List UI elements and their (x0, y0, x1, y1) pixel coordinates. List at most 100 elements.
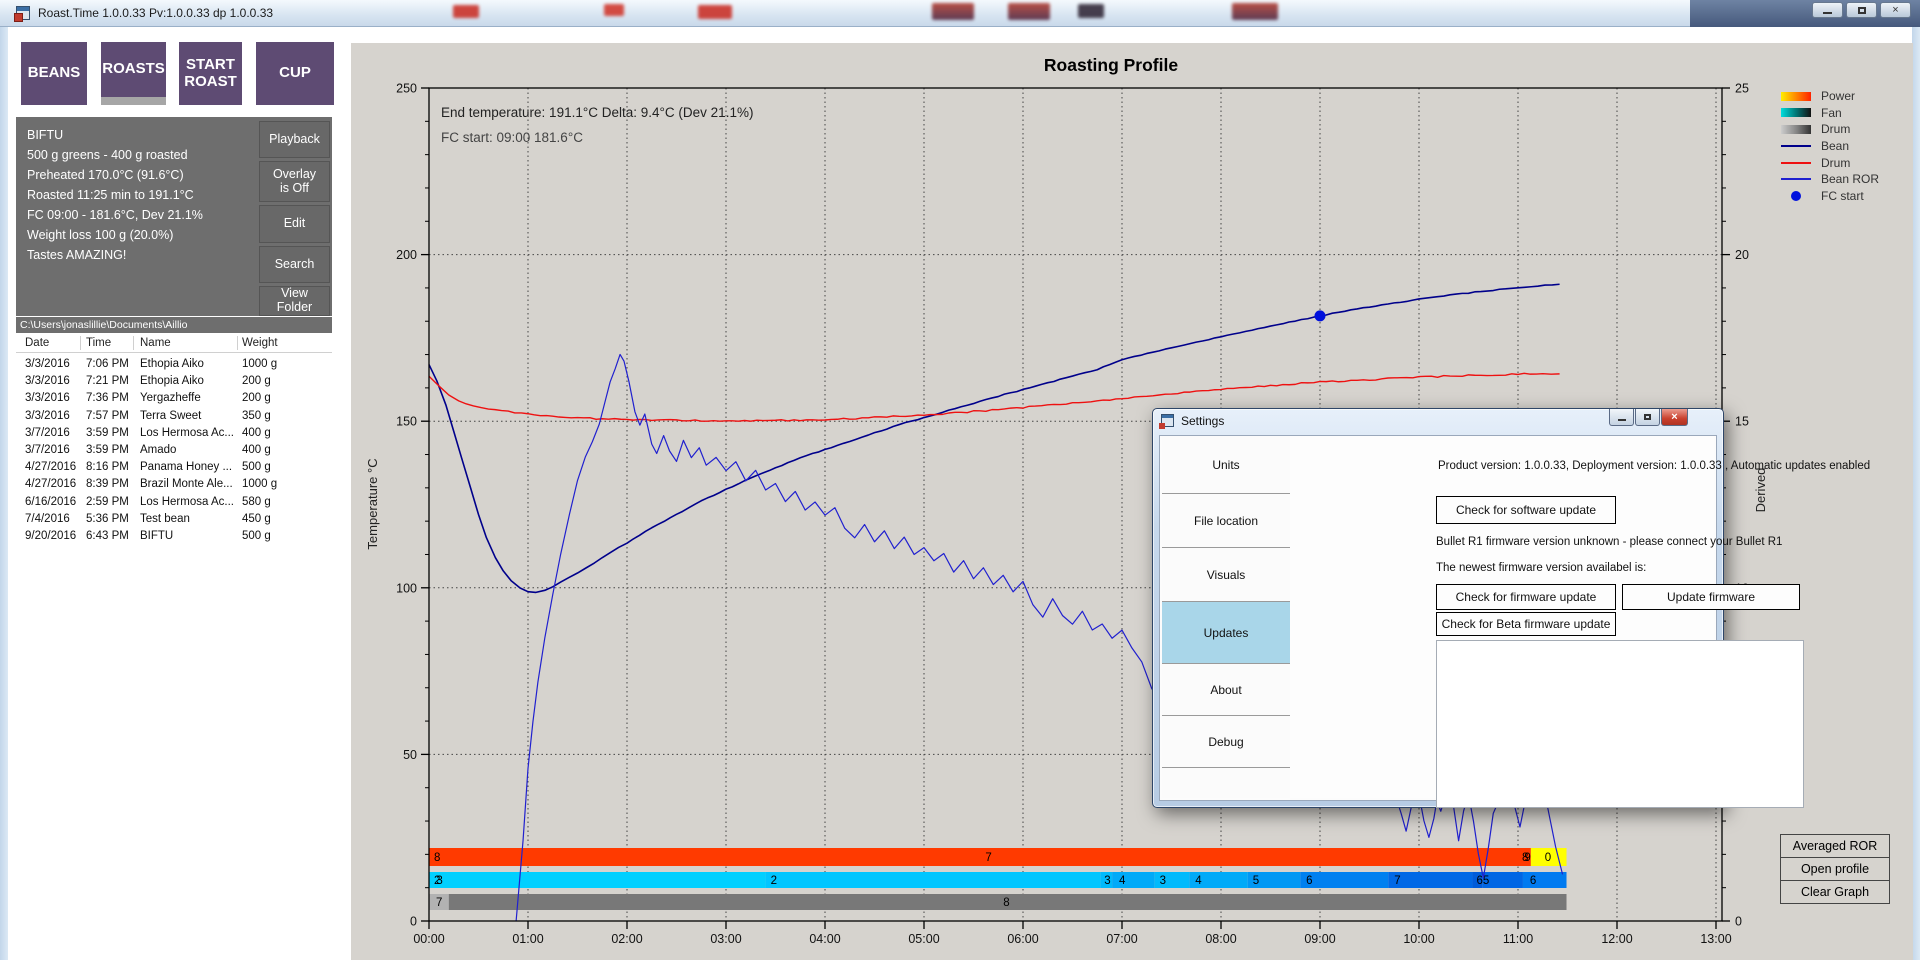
roast-list-table[interactable]: DateTimeNameWeight 3/3/20167:06 PMEthopi… (16, 334, 332, 960)
svg-text:8: 8 (1003, 897, 1009, 909)
legend-item: Drum (1781, 121, 1911, 138)
nav-start-roast-button[interactable]: START ROAST (179, 42, 242, 105)
settings-maximize-button[interactable] (1635, 409, 1660, 426)
table-cell: 1000 g (242, 356, 277, 373)
column-header-name[interactable]: Name (140, 334, 171, 352)
roast-table-header[interactable]: Date Time Name Weight (16, 334, 332, 353)
close-button[interactable]: × (1880, 2, 1911, 18)
table-row[interactable]: 3/3/20167:57 PMTerra Sweet350 g (16, 408, 332, 425)
table-cell: Amado (140, 442, 176, 459)
svg-text:00:00: 00:00 (413, 932, 444, 946)
table-cell: 3/3/2016 (25, 356, 70, 373)
table-cell: BIFTU (140, 528, 173, 545)
settings-close-button[interactable]: × (1661, 409, 1688, 426)
chart-annotation-end-temp: End temperature: 191.1°C Delta: 9.4°C (D… (441, 105, 753, 120)
playback-button[interactable]: Playback (259, 121, 330, 158)
product-version-label: Product version: 1.0.0.33, Deployment ve… (1438, 460, 1870, 472)
folder-path-label: C:\Users\jonaslillie\Documents\Aillio (16, 317, 332, 333)
update-firmware-button[interactable]: Update firmware (1622, 584, 1800, 610)
table-cell: 3/7/2016 (25, 442, 70, 459)
table-row[interactable]: 9/20/20166:43 PMBIFTU500 g (16, 528, 332, 545)
legend-item: Power (1781, 88, 1911, 105)
table-row[interactable]: 7/4/20165:36 PMTest bean450 g (16, 511, 332, 528)
maximize-button[interactable] (1846, 2, 1877, 18)
legend-swatch-icon (1781, 191, 1811, 201)
column-header-date[interactable]: Date (25, 334, 49, 352)
nav-roasts-button[interactable]: ROASTS (101, 42, 166, 97)
search-button[interactable]: Search (259, 246, 330, 283)
header-separator (133, 336, 134, 350)
svg-text:6: 6 (1530, 875, 1536, 887)
settings-tab-about[interactable]: About (1162, 664, 1290, 716)
table-row[interactable]: 4/27/20168:39 PMBrazil Monte Ale...1000 … (16, 476, 332, 493)
svg-text:8: 8 (434, 852, 440, 864)
check-beta-firmware-button[interactable]: Check for Beta firmware update (1436, 612, 1616, 636)
legend-label: FC start (1821, 189, 1864, 203)
legend-swatch-icon (1781, 125, 1811, 134)
svg-text:12:00: 12:00 (1601, 932, 1632, 946)
overlay-toggle-button[interactable]: Overlay is Off (259, 161, 330, 202)
window-titlebar: Roast.Time 1.0.0.33 Pv:1.0.0.33 dp 1.0.0… (0, 0, 1920, 27)
clear-graph-button[interactable]: Clear Graph (1780, 880, 1890, 904)
legend-label: Drum (1821, 122, 1850, 136)
control-bars: 87890232343456765678 (429, 848, 1567, 910)
table-row[interactable]: 3/7/20163:59 PMLos Hermosa Ac...400 g (16, 425, 332, 442)
view-folder-button[interactable]: View Folder (259, 286, 330, 316)
settings-dialog[interactable]: Settings × UnitsFile locationVisualsUpda… (1152, 408, 1724, 808)
window-title: Roast.Time 1.0.0.33 Pv:1.0.0.33 dp 1.0.0… (38, 0, 273, 26)
settings-tab-updates[interactable]: Updates (1162, 602, 1290, 664)
table-row[interactable]: 6/16/20162:59 PMLos Hermosa Ac...580 g (16, 494, 332, 511)
table-cell: 1000 g (242, 476, 277, 493)
settings-dialog-title: Settings (1181, 409, 1224, 433)
table-row[interactable]: 3/3/20167:36 PMYergazheffe200 g (16, 390, 332, 407)
settings-minimize-button[interactable] (1609, 409, 1634, 426)
legend-item: Drum (1781, 154, 1911, 171)
table-row[interactable]: 3/7/20163:59 PMAmado400 g (16, 442, 332, 459)
table-cell: 7:21 PM (86, 373, 129, 390)
table-cell: 3:59 PM (86, 425, 129, 442)
table-cell: 580 g (242, 494, 271, 511)
column-header-weight[interactable]: Weight (242, 334, 278, 352)
settings-dialog-titlebar[interactable]: Settings × (1153, 409, 1723, 434)
table-row[interactable]: 3/3/20167:21 PMEthopia Aiko200 g (16, 373, 332, 390)
table-cell: 7:06 PM (86, 356, 129, 373)
table-cell: 400 g (242, 442, 271, 459)
table-cell: 400 g (242, 425, 271, 442)
settings-tabs: UnitsFile locationVisualsUpdatesAboutDeb… (1162, 436, 1290, 798)
table-row[interactable]: 4/27/20168:16 PMPanama Honey ...500 g (16, 459, 332, 476)
table-cell: 9/20/2016 (25, 528, 76, 545)
nav-beans-button[interactable]: BEANS (21, 42, 87, 105)
left-panel: BEANS ROASTS START ROAST CUP BIFTU500 g … (8, 27, 351, 960)
nav-cup-button[interactable]: CUP (256, 42, 334, 105)
roast-info-line: BIFTU (27, 125, 257, 145)
settings-tab-units[interactable]: Units (1162, 436, 1290, 494)
legend-label: Power (1821, 89, 1855, 103)
svg-text:03:00: 03:00 (710, 932, 741, 946)
column-header-time[interactable]: Time (86, 334, 111, 352)
open-profile-button[interactable]: Open profile (1780, 857, 1890, 881)
table-cell: 8:16 PM (86, 459, 129, 476)
settings-tab-visuals[interactable]: Visuals (1162, 548, 1290, 602)
svg-text:4: 4 (1119, 875, 1126, 887)
chart-legend: PowerFanDrumBeanDrumBean RORFC start (1781, 88, 1911, 204)
roast-info-line: Roasted 11:25 min to 191.1°C (27, 185, 257, 205)
minimize-button[interactable] (1812, 2, 1843, 18)
svg-text:0: 0 (1735, 915, 1742, 929)
svg-text:3: 3 (1104, 875, 1110, 887)
svg-text:01:00: 01:00 (512, 932, 543, 946)
legend-swatch-icon (1781, 108, 1811, 117)
check-firmware-update-button[interactable]: Check for firmware update (1436, 584, 1616, 610)
table-row[interactable]: 3/3/20167:06 PMEthopia Aiko1000 g (16, 356, 332, 373)
roast-info-lines: BIFTU500 g greens - 400 g roastedPreheat… (27, 125, 257, 265)
settings-log[interactable] (1436, 640, 1804, 808)
table-cell: Los Hermosa Ac... (140, 494, 234, 511)
svg-text:5: 5 (1253, 875, 1259, 887)
edit-button[interactable]: Edit (259, 205, 330, 243)
roast-info-line: Weight loss 100 g (20.0%) (27, 225, 257, 245)
table-cell: 350 g (242, 408, 271, 425)
settings-tab-file-location[interactable]: File location (1162, 494, 1290, 548)
averaged-ror-button[interactable]: Averaged ROR (1780, 834, 1890, 858)
check-software-update-button[interactable]: Check for software update (1436, 496, 1616, 524)
settings-tab-debug[interactable]: Debug (1162, 716, 1290, 768)
table-cell: 450 g (242, 511, 271, 528)
